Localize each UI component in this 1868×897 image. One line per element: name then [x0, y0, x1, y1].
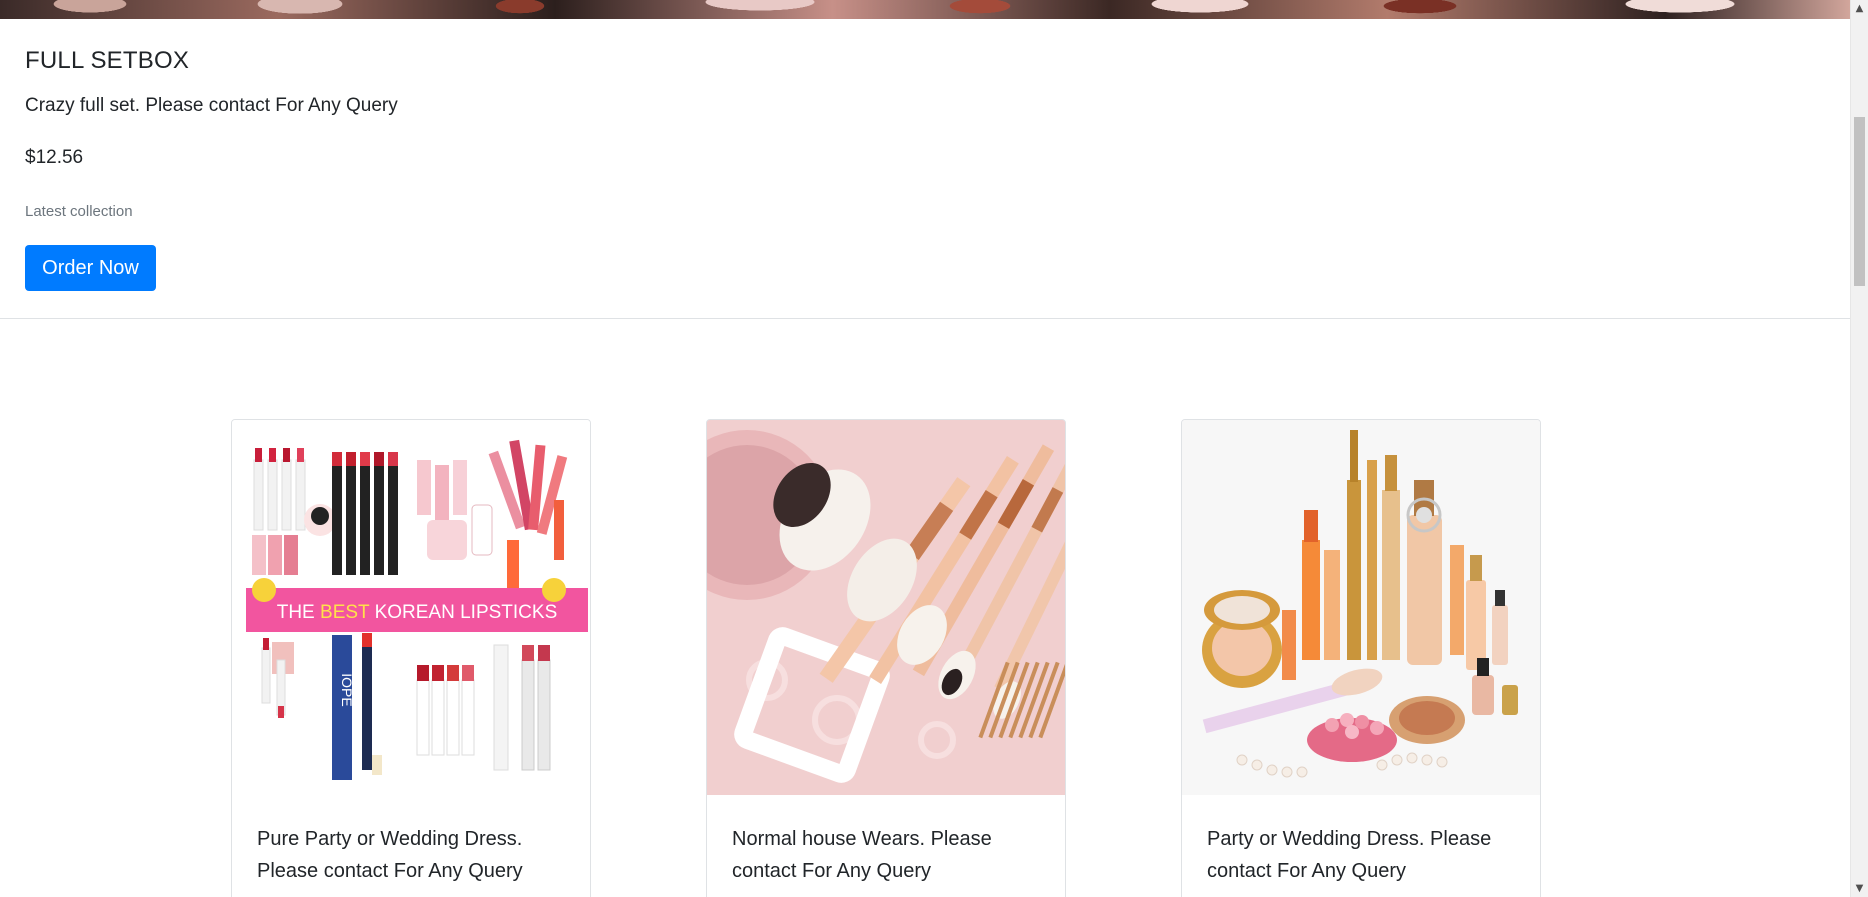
product-description: Normal house Wears. Please contact For A… [732, 828, 992, 882]
feature-note: Latest collection [25, 203, 133, 220]
chevron-down-icon[interactable]: ▼ [1851, 880, 1868, 897]
product-image-cosmetics [1182, 420, 1540, 795]
scrollbar-thumb[interactable] [1854, 117, 1865, 286]
product-card: Party or Wedding Dress. Please contact F… [1181, 419, 1541, 897]
feature-price: $12.56 [25, 147, 84, 168]
chevron-up-icon[interactable]: ▲ [1851, 0, 1868, 17]
product-description: Pure Party or Wedding Dress. Please cont… [257, 828, 523, 882]
product-image-brushes [707, 420, 1065, 795]
product-image-lipsticks: THE BEST KOREAN LIPSTICKS IOPE [232, 420, 590, 795]
product-description: Party or Wedding Dress. Please contact F… [1207, 828, 1492, 882]
hero-banner-image [0, 0, 1850, 19]
svg-text:IOPE: IOPE [339, 673, 355, 706]
feature-description: Crazy full set. Please contact For Any Q… [25, 95, 398, 116]
page: FULL SETBOX Crazy full set. Please conta… [0, 0, 1868, 897]
svg-text:THE BEST KOREAN LIPSTICKS: THE BEST KOREAN LIPSTICKS [277, 602, 558, 623]
vertical-scrollbar[interactable]: ▲ ▼ [1850, 0, 1868, 897]
feature-title: FULL SETBOX [25, 47, 190, 74]
order-now-button[interactable]: Order Now [25, 245, 156, 291]
feature-card: FULL SETBOX Crazy full set. Please conta… [0, 19, 1851, 319]
product-card: THE BEST KOREAN LIPSTICKS IOPE Pure Part… [231, 419, 591, 897]
product-card: Normal house Wears. Please contact For A… [706, 419, 1066, 897]
